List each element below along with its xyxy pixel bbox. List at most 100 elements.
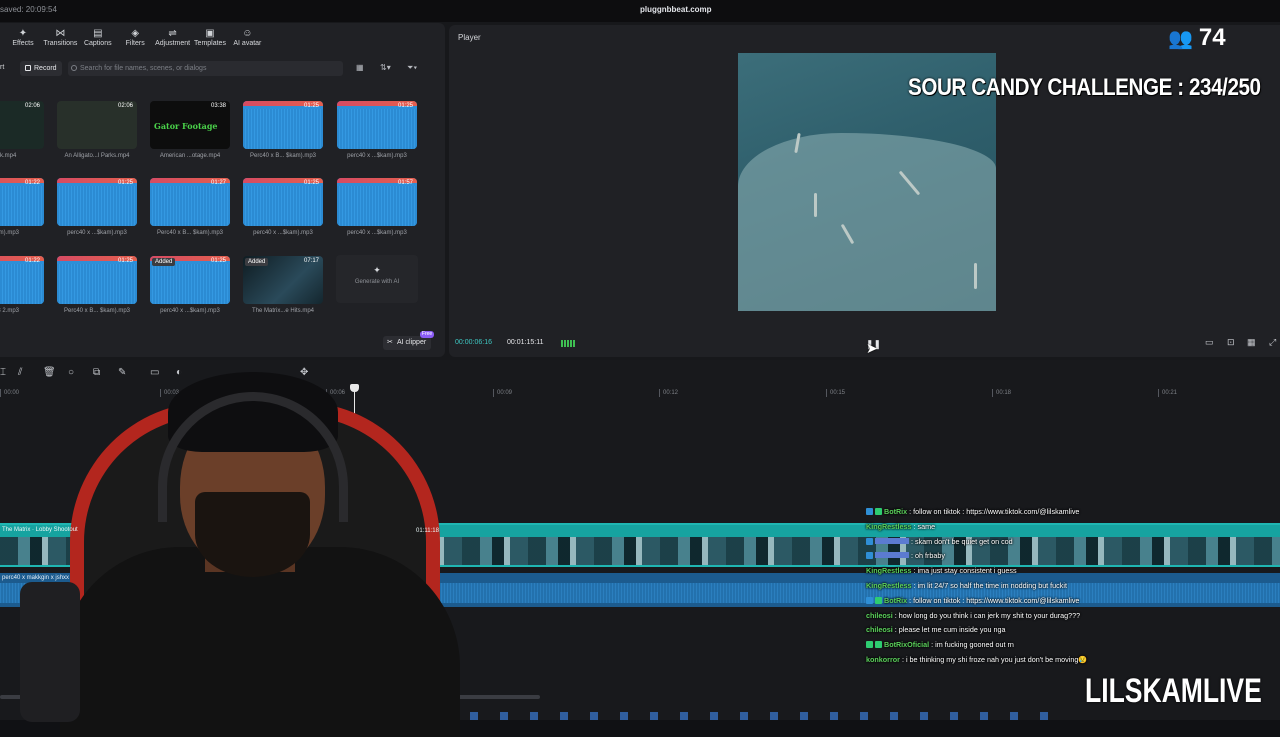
toolbar-ai-avatar[interactable]: ☺ AI avatar xyxy=(223,27,271,47)
chat-message: konkorror : i be thinking my shi froze n… xyxy=(866,654,1276,669)
import-button[interactable]: rt xyxy=(0,64,4,71)
save-status: saved: 20:09:54 xyxy=(0,5,57,14)
filter-icon[interactable]: ⏷▾ xyxy=(407,63,417,73)
media-filename: perc40 x ...$kam).mp3 xyxy=(347,153,407,159)
record-button[interactable]: Record xyxy=(20,61,62,76)
media-filename: perc40 x ...$kam).mp3 xyxy=(160,308,220,314)
generate-with-ai-card[interactable]: ✦ Generate with AI xyxy=(336,255,418,303)
chat-text: : how long do you think i can jerk my sh… xyxy=(894,610,1081,620)
ruler-tick: 00:09 xyxy=(493,389,512,397)
chat-badge-icon xyxy=(866,537,873,545)
media-duration: 01:25 xyxy=(303,180,319,186)
media-duration: 01:25 xyxy=(397,103,413,109)
chat-message: KingRestless : im lit 24/7 so half the t… xyxy=(866,580,1276,595)
current-timecode: 00:00:06:16 xyxy=(455,339,492,346)
chat-username: BotRix xyxy=(884,507,908,516)
chat-badge-icon xyxy=(875,641,882,649)
media-thumbnail: 03:38 Gator Footage xyxy=(150,101,230,149)
shell-casing xyxy=(974,263,977,289)
media-filename: Perc40 x B... $kam).mp3 xyxy=(156,230,224,236)
media-filename: mp3 2.mp3 xyxy=(0,308,19,314)
video-clip-label: The Matrix · Lobby Shootout xyxy=(2,527,78,533)
search-icon xyxy=(71,65,77,71)
chat-message: : oh frbaby xyxy=(866,550,1276,565)
microphone xyxy=(20,582,80,722)
chat-text: : ima just stay consistent i guess xyxy=(913,566,1017,576)
player-title: Player xyxy=(458,33,481,42)
media-filename: $kam).mp3 xyxy=(0,230,19,236)
ruler-tick: 00:12 xyxy=(659,389,678,397)
webcam-overlay xyxy=(0,362,460,737)
fit-screen-icon[interactable]: ⊡ xyxy=(1227,337,1235,348)
thumbnail-title: Gator Footage xyxy=(154,121,218,131)
chat-message: chileosi : how long do you think i can j… xyxy=(866,610,1276,625)
viewer-count-value: 74 xyxy=(1198,24,1226,51)
media-thumbnail: 07:17 Added xyxy=(243,256,323,304)
toolbar-label: AI avatar xyxy=(233,40,262,47)
audio-clip-label: perc40 x makkgin x jshxx xyxy=(2,575,70,581)
record-icon xyxy=(25,65,31,71)
media-filename: The Matrix...e Hits.mp4 xyxy=(251,308,314,314)
window-title: pluggnbbeat.comp xyxy=(640,5,712,14)
media-thumbnail: 01:25 xyxy=(337,101,417,149)
media-duration: 01:57 xyxy=(397,180,413,186)
chat-text: : oh frbaby xyxy=(911,551,945,561)
media-thumbnail: 01:57 xyxy=(337,178,417,226)
media-filename: Perc40 x B... $kam).mp3 xyxy=(63,308,131,314)
chat-text: : follow on tiktok : https://www.tiktok.… xyxy=(909,507,1080,516)
view-grid-icon[interactable]: ▦ xyxy=(356,63,364,72)
ai-clipper-button[interactable]: ✂ AI clipper Free xyxy=(383,331,435,350)
chat-text: : follow on tiktok : https://www.tiktok.… xyxy=(909,595,1080,605)
title-bar: saved: 20:09:54 pluggnbbeat.comp xyxy=(0,0,1280,22)
search-input[interactable]: Search for file names, scenes, or dialog… xyxy=(68,61,343,76)
audio-meter xyxy=(561,340,575,347)
fullscreen-icon[interactable]: ⤢ xyxy=(1269,337,1276,348)
sparkle-icon: ✦ xyxy=(373,265,381,275)
ratio-icon[interactable]: ▦ xyxy=(1247,337,1256,348)
sort-icon[interactable]: ⇅▾ xyxy=(380,63,391,72)
media-duration: 01:25 xyxy=(303,103,319,109)
added-badge: Added xyxy=(245,258,269,266)
media-filename: perc40 x ...$kam).mp3 xyxy=(253,230,313,236)
toolbar-label: Templates xyxy=(194,40,226,47)
chat-text: : im lit 24/7 so half the time im noddin… xyxy=(913,580,1067,590)
chat-text: : i be thinking my shi froze nah you jus… xyxy=(901,654,1088,664)
ruler-tick: 00:18 xyxy=(992,389,1011,397)
media-filename: An Alligato...l Parks.mp4 xyxy=(64,153,130,159)
clipper-label: AI clipper xyxy=(397,339,427,346)
chat-text: : im fucking gooned out rn xyxy=(931,640,1014,650)
chat-message: BotRixOficial : im fucking gooned out rn xyxy=(866,639,1276,654)
media-panel: ✦ Effects ⋈ Transitions ▤ Captions ◈ Filters ⇌ Ad… xyxy=(0,23,445,357)
chat-badge-icon xyxy=(875,596,882,604)
media-duration: 01:27 xyxy=(210,180,226,186)
toolbar-label: Transitions xyxy=(43,40,78,47)
chat-username: konkorror xyxy=(866,654,900,664)
chat-username: chileosi xyxy=(866,625,893,635)
free-badge: Free xyxy=(419,331,435,338)
viewer-count: 👥 74 xyxy=(1168,24,1226,52)
ruler-tick: 00:15 xyxy=(826,389,845,397)
media-subbar: rt Record Search for file names, scenes,… xyxy=(0,61,445,77)
media-filename: perc40 x ...$kam).mp3 xyxy=(67,230,127,236)
media-filename: perc40 x ...$kam).mp3 xyxy=(347,230,407,236)
media-thumbnail: 01:25 xyxy=(243,101,323,149)
chat-username: BotRixOficial xyxy=(884,640,930,650)
chat-username: KingRestless xyxy=(866,580,912,590)
toolbar-label: Captions xyxy=(83,40,112,47)
media-filename: Perc40 x B... $kam).mp3 xyxy=(249,153,317,159)
asset-toolbar: ✦ Effects ⋈ Transitions ▤ Captions ◈ Filters ⇌ Ad… xyxy=(0,27,445,53)
challenge-banner: SOUR CANDY CHALLENGE : 234/250 xyxy=(908,74,1261,101)
chat-overlay: BotRix : follow on tiktok : https://www.… xyxy=(866,506,1276,669)
channel-name: LILSKAMLIVE xyxy=(1085,672,1262,710)
media-duration: 03:38 xyxy=(210,103,226,109)
media-filename: ...3k.mp4 xyxy=(0,153,17,159)
media-duration: 01:25 xyxy=(117,258,133,264)
media-thumbnail: 01:27 xyxy=(150,178,230,226)
chat-username: BotRix xyxy=(884,595,908,605)
subtitle-toggle-icon[interactable]: ▭ xyxy=(1205,337,1214,348)
media-duration: 01:22 xyxy=(24,258,40,264)
chat-message: BotRix : follow on tiktok : https://www.… xyxy=(866,595,1276,610)
media-thumbnail: 01:22 xyxy=(0,256,44,304)
shell-casing xyxy=(814,193,817,217)
chat-username: KingRestless xyxy=(866,566,912,576)
